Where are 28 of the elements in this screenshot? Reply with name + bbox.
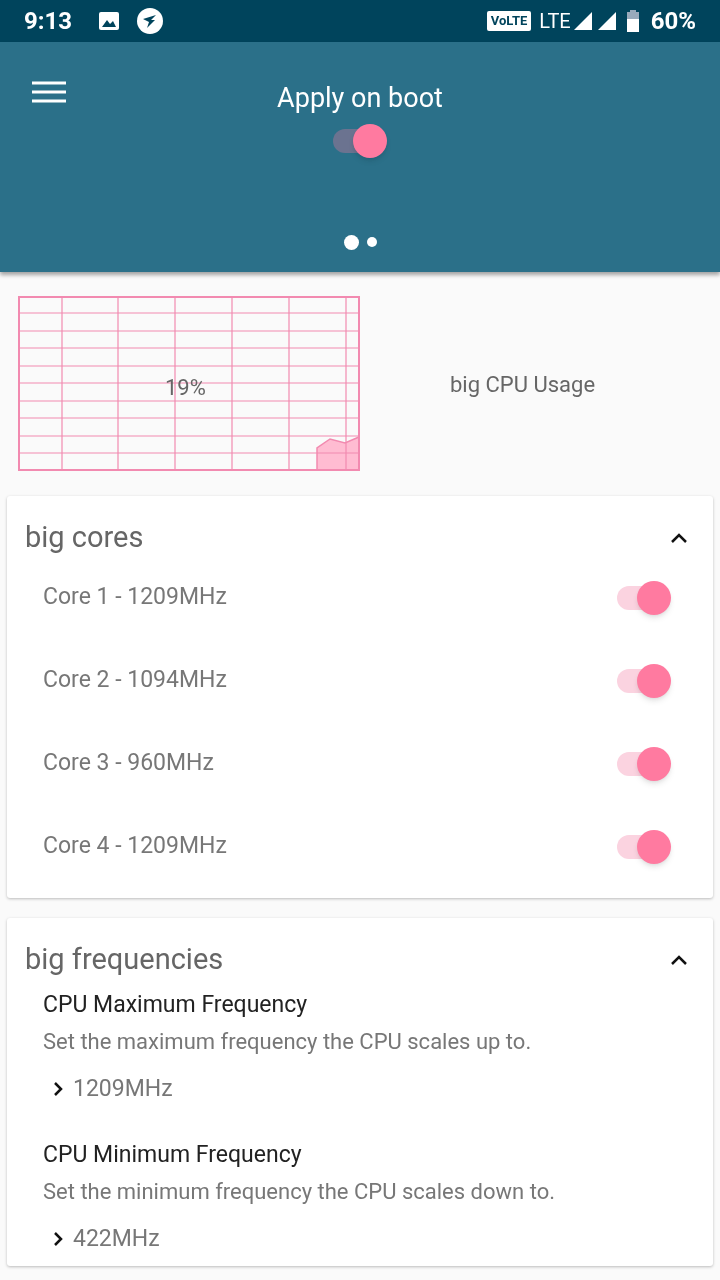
battery-icon bbox=[626, 10, 639, 32]
collapse-icon[interactable] bbox=[669, 531, 689, 545]
signal-icon bbox=[596, 11, 617, 31]
section-title: big frequencies bbox=[25, 941, 224, 979]
volte-badge: VoLTE bbox=[486, 11, 532, 31]
network-type: LTE bbox=[539, 8, 571, 35]
battery-level: 60% bbox=[650, 6, 696, 37]
menu-icon[interactable] bbox=[32, 80, 66, 104]
setting-title: CPU Minimum Frequency bbox=[43, 1140, 303, 1170]
signal-icon bbox=[572, 11, 593, 31]
core-label: Core 1 - 1209MHz bbox=[43, 582, 227, 613]
header-title: Apply on boot bbox=[277, 81, 443, 116]
status-time: 9:13 bbox=[24, 6, 73, 37]
section-title: big cores bbox=[25, 519, 144, 557]
core-label: Core 4 - 1209MHz bbox=[43, 831, 227, 862]
collapse-icon[interactable] bbox=[669, 953, 689, 967]
frequency-selector[interactable]: 422MHz bbox=[53, 1221, 693, 1256]
chevron-icon bbox=[53, 1080, 63, 1097]
usage-percentage: 19% bbox=[165, 374, 206, 402]
frequency-selector[interactable]: 1209MHz bbox=[53, 1071, 693, 1106]
core-label: Core 3 - 960MHz bbox=[43, 748, 214, 779]
usage-label: big CPU Usage bbox=[450, 371, 596, 399]
image-icon bbox=[98, 11, 121, 31]
setting-summary: Set the maximum frequency the CPU scales up to. bbox=[43, 1027, 533, 1056]
setting-title: CPU Maximum Frequency bbox=[43, 990, 309, 1020]
core-label: Core 2 - 1094MHz bbox=[43, 665, 227, 696]
setting-summary: Set the minimum frequency the CPU scales down to. bbox=[43, 1177, 556, 1206]
chevron-icon bbox=[53, 1230, 63, 1247]
